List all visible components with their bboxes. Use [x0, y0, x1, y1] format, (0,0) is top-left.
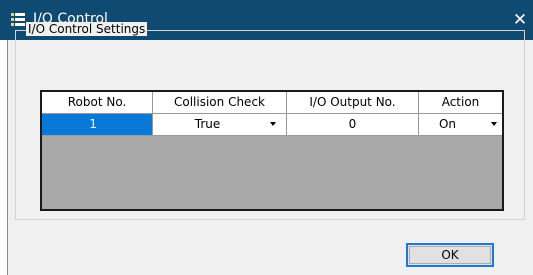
chevron-down-icon[interactable] — [491, 122, 497, 126]
table-row: 1 True 0 On — [42, 114, 502, 136]
column-header-robot-no[interactable]: Robot No. — [42, 92, 153, 114]
collision-check-combo[interactable]: True — [153, 114, 287, 136]
group-label: I/O Control Settings — [26, 22, 148, 36]
column-header-collision-check[interactable]: Collision Check — [153, 92, 287, 114]
action-combo[interactable]: On — [419, 114, 502, 136]
io-settings-grid[interactable]: Robot No. Collision Check I/O Output No.… — [40, 90, 504, 211]
chevron-down-icon[interactable] — [270, 122, 276, 126]
column-header-action[interactable]: Action — [419, 92, 502, 114]
grid-header-row: Robot No. Collision Check I/O Output No.… — [42, 92, 502, 114]
app-icon — [10, 12, 26, 28]
ok-button-label: OK — [441, 248, 459, 262]
column-header-io-output-no[interactable]: I/O Output No. — [287, 92, 419, 114]
cell-robot-no[interactable]: 1 — [42, 114, 153, 136]
collision-check-value: True — [194, 117, 221, 131]
action-value: On — [438, 117, 457, 131]
cell-io-output-no[interactable]: 0 — [287, 114, 419, 136]
ok-button[interactable]: OK — [406, 243, 494, 267]
